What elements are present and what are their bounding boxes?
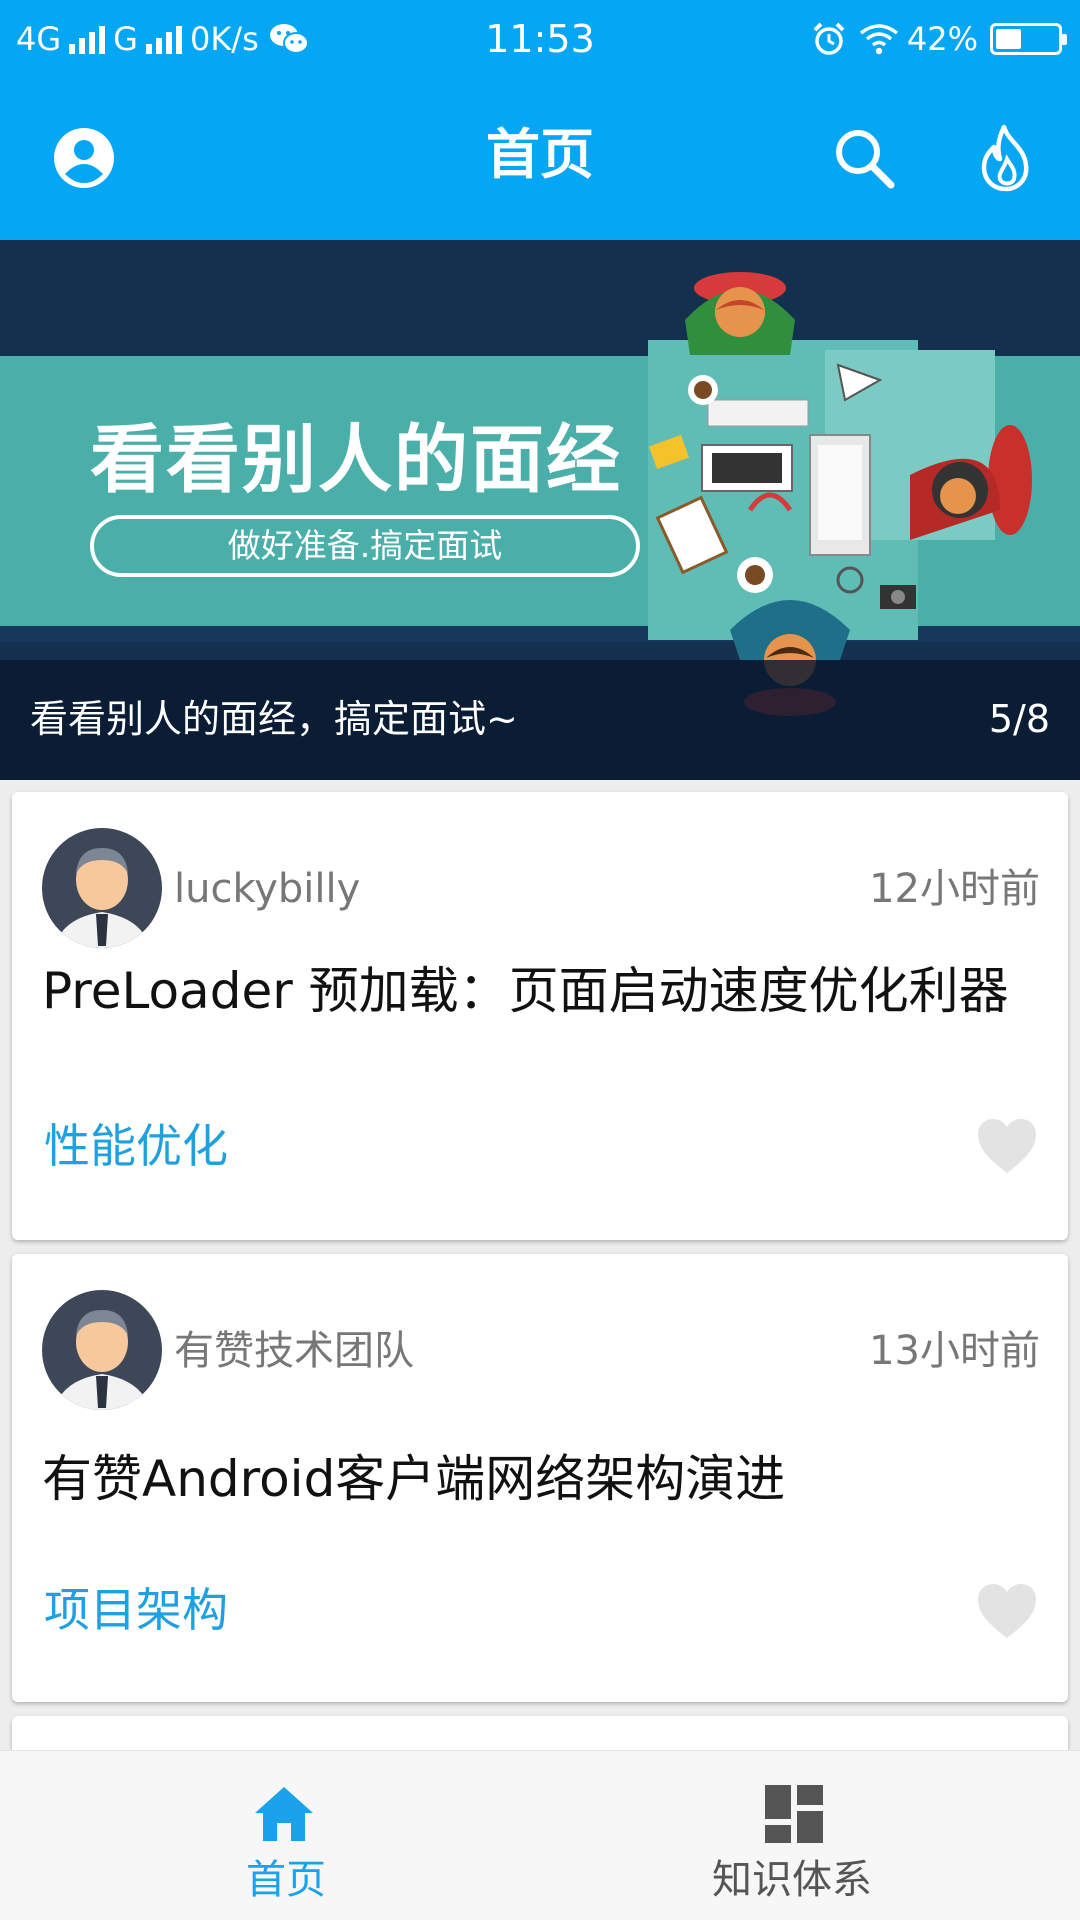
battery-percent: 42% — [906, 20, 978, 58]
article-tag[interactable]: 项目架构 — [44, 1582, 228, 1638]
like-heart-icon[interactable] — [976, 1117, 1038, 1175]
banner-subline: 做好准备.搞定面试 — [90, 515, 640, 577]
avatar-person-icon — [42, 828, 162, 948]
battery-icon — [990, 23, 1067, 55]
banner-caption-bar: 看看别人的面经，搞定面试~ 5/8 — [0, 660, 1080, 780]
battery-level — [996, 29, 1022, 49]
avatar-person-icon — [42, 1290, 162, 1410]
article-title[interactable]: 有赞Android客户端网络架构演进 — [42, 1448, 1038, 1510]
search-icon — [836, 130, 895, 189]
nav-item-home[interactable]: 首页 — [16, 1751, 556, 1920]
status-bar: 4G G 0K/s 11:53 42% — [0, 0, 1080, 78]
banner-carousel[interactable]: 看看别人的面经 做好准备.搞定面试 看看别人的面经，搞定面试~ 5/8 — [0, 240, 1080, 780]
article-time: 12小时前 — [869, 866, 1040, 912]
banner-headline: 看看别人的面经 — [90, 417, 622, 503]
dashboard-grid-icon — [765, 1785, 823, 1843]
article-author[interactable]: luckybilly — [174, 864, 360, 914]
article-card[interactable]: luckybilly 12小时前 PreLoader 预加载：页面启动速度优化利… — [12, 792, 1068, 1240]
nav-item-knowledge-system[interactable]: 知识体系 — [522, 1751, 1062, 1920]
banner-caption: 看看别人的面经，搞定面试~ — [30, 697, 518, 741]
status-right: 42% — [811, 14, 1067, 64]
home-icon — [255, 1787, 313, 1841]
article-time: 13小时前 — [869, 1328, 1040, 1374]
banner-page-indicator: 5/8 — [988, 697, 1050, 741]
avatar[interactable] — [42, 828, 162, 948]
avatar[interactable] — [42, 1290, 162, 1410]
nav-label-knowledge-system: 知识体系 — [712, 1857, 872, 1903]
app-screen: 4G G 0K/s 11:53 42% 首页 看看别人的面经 做好准备.搞定面试… — [0, 0, 1080, 1920]
article-tag[interactable]: 性能优化 — [44, 1118, 228, 1174]
like-heart-icon[interactable] — [976, 1582, 1038, 1640]
alarm-icon — [813, 22, 845, 55]
wifi-icon — [859, 24, 898, 55]
banner-illustration — [648, 272, 1032, 716]
search-button[interactable] — [824, 118, 904, 198]
nav-label-home: 首页 — [246, 1857, 326, 1903]
article-author[interactable]: 有赞技术团队 — [174, 1326, 414, 1376]
article-card[interactable]: 有赞技术团队 13小时前 有赞Android客户端网络架构演进 项目架构 — [12, 1254, 1068, 1702]
app-toolbar: 首页 — [0, 78, 1080, 240]
hot-button[interactable] — [966, 118, 1046, 198]
bottom-navigation: 首页 知识体系 — [0, 1750, 1080, 1920]
page-title: 首页 — [486, 123, 594, 186]
article-title[interactable]: PreLoader 预加载：页面启动速度优化利器 — [42, 960, 1038, 1022]
fire-icon — [981, 124, 1029, 192]
